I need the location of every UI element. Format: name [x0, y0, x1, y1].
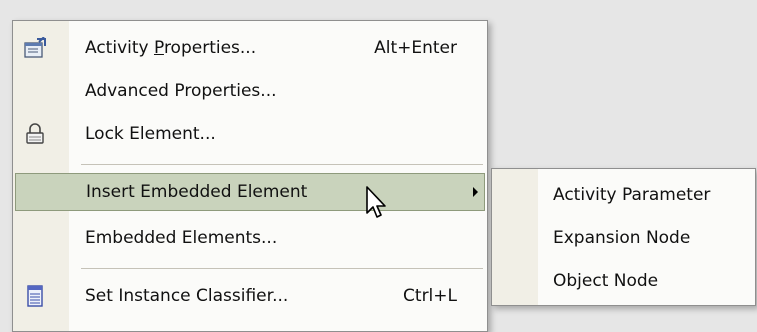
submenu-item-object-node[interactable]: Object Node — [494, 262, 753, 300]
menu-item-label: Advanced Properties... — [85, 81, 277, 101]
menu-item-insert-embedded-element[interactable]: Insert Embedded Element — [15, 173, 485, 211]
lock-icon — [22, 121, 48, 147]
submenu-item-expansion-node[interactable]: Expansion Node — [494, 219, 753, 257]
submenu-item-label: Object Node — [553, 271, 659, 291]
submenu-item-activity-parameter[interactable]: Activity Parameter — [494, 176, 753, 214]
submenu-arrow-icon — [473, 187, 478, 197]
context-menu: Activity Properties... Alt+Enter Advance… — [12, 20, 488, 332]
properties-icon — [22, 35, 48, 61]
mouse-cursor-icon — [364, 185, 392, 225]
submenu-item-label: Expansion Node — [553, 228, 691, 248]
menu-item-embedded-elements[interactable]: Embedded Elements... — [15, 219, 485, 257]
menu-item-label: Insert Embedded Element — [86, 182, 308, 202]
submenu: Activity Parameter Expansion Node Object… — [491, 168, 756, 306]
menu-separator — [81, 268, 483, 269]
menu-item-label: Set Instance Classifier... — [85, 286, 289, 306]
menu-item-shortcut: Ctrl+L — [403, 286, 457, 306]
submenu-item-label: Activity Parameter — [553, 185, 711, 205]
menu-item-lock-element[interactable]: Lock Element... — [15, 115, 485, 153]
menu-item-activity-properties[interactable]: Activity Properties... Alt+Enter — [15, 29, 485, 67]
menu-item-advanced-properties[interactable]: Advanced Properties... — [15, 72, 485, 110]
menu-item-label: Embedded Elements... — [85, 228, 278, 248]
classifier-icon — [22, 283, 48, 309]
menu-item-set-instance-classifier[interactable]: Set Instance Classifier... Ctrl+L — [15, 277, 485, 315]
menu-item-shortcut: Alt+Enter — [374, 38, 457, 58]
menu-item-label: Lock Element... — [85, 124, 216, 144]
menu-item-label: Activity Properties... — [85, 38, 257, 58]
menu-separator — [81, 164, 483, 165]
